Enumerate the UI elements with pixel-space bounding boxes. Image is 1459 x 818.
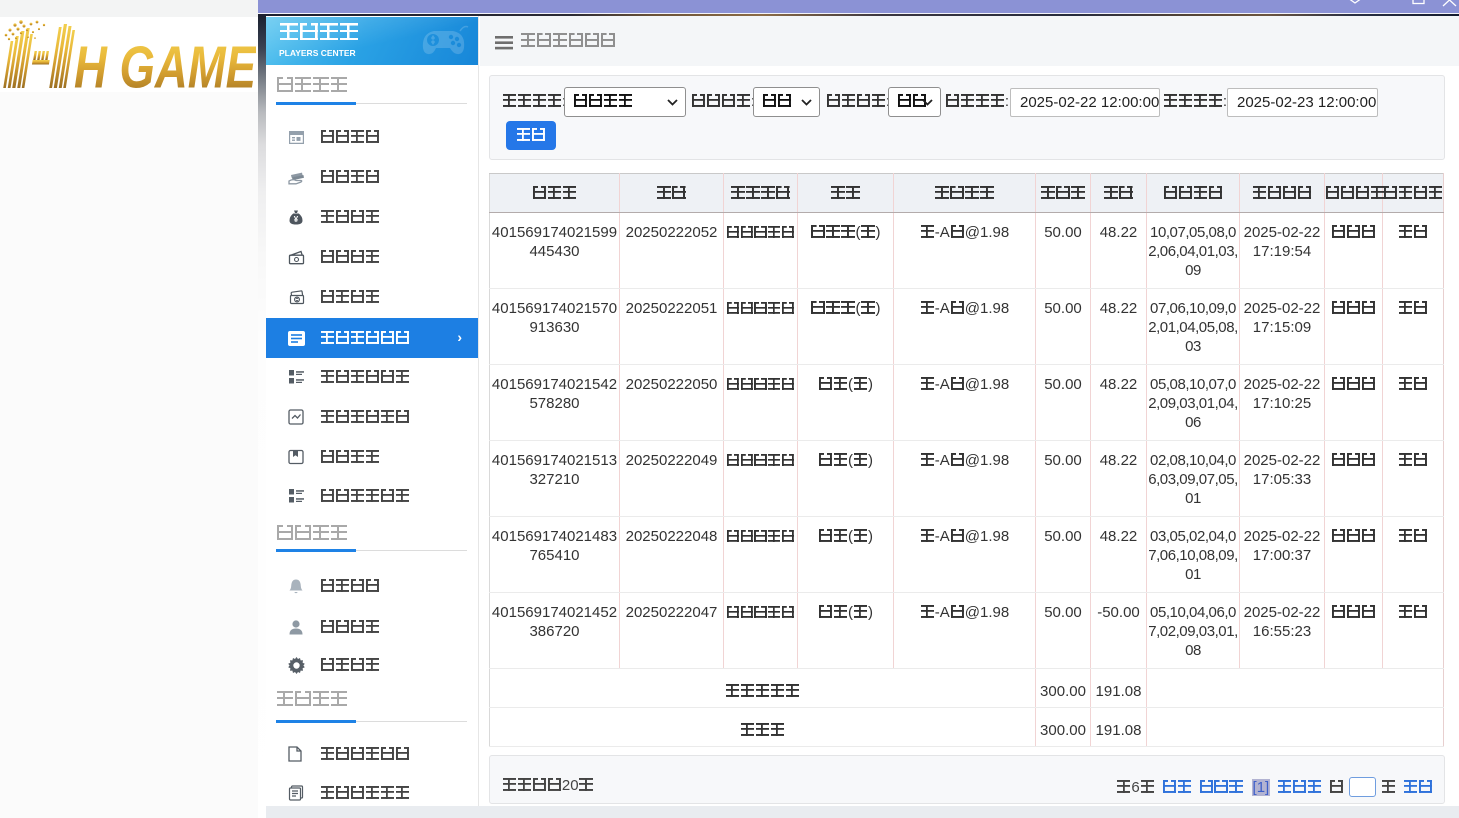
svg-text:¥: ¥: [294, 215, 299, 224]
svg-text:H GAME: H GAME: [74, 35, 256, 89]
